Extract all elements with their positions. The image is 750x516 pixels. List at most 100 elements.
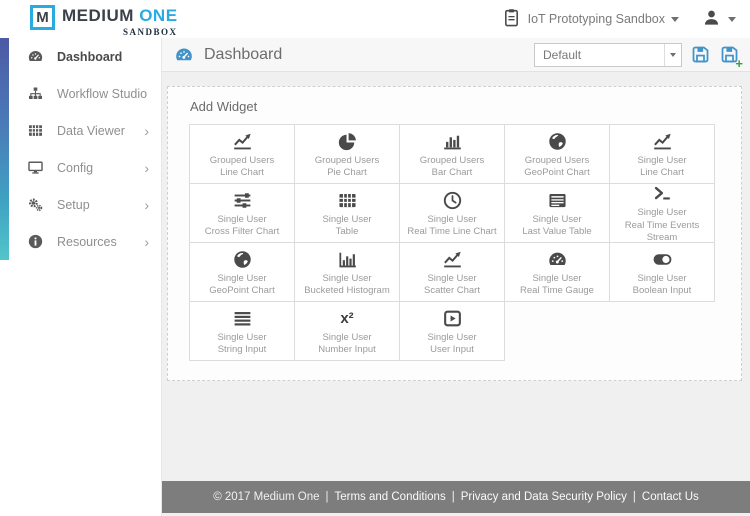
widget-tile[interactable]: Single User Boolean Input — [609, 242, 715, 302]
footer: © 2017 Medium One | Terms and Conditions | P… — [162, 481, 750, 513]
widget-type-label: Bucketed Histogram — [304, 285, 390, 296]
widget-type-label: Real Time Events Stream — [624, 219, 700, 244]
user-icon — [701, 7, 722, 28]
gauge-icon — [27, 48, 44, 65]
widget-tile[interactable]: Grouped Users Line Chart — [189, 124, 295, 184]
save-icon[interactable] — [690, 44, 711, 65]
sidebar-item-config[interactable]: Config › — [0, 149, 161, 186]
widget-group-label: Single User — [532, 213, 582, 225]
sidebar-item-label: Setup — [57, 197, 90, 212]
copyright-text: © 2017 Medium One — [213, 491, 320, 503]
sidebar-item-setup[interactable]: Setup › — [0, 186, 161, 223]
select-caret — [664, 43, 681, 66]
sitemap-icon — [27, 85, 44, 102]
widget-type-label: GeoPoint Chart — [209, 285, 275, 296]
table-icon — [337, 190, 358, 211]
widget-group-label: Single User — [322, 272, 372, 284]
sidebar-item-data-viewer[interactable]: Data Viewer › — [0, 112, 161, 149]
widget-type-label: Bar Chart — [431, 167, 473, 178]
widget-group-label: Single User — [217, 272, 267, 284]
footer-link-privacy-and-data-security-policy[interactable]: Privacy and Data Security Policy — [461, 491, 627, 503]
footer-separator: | — [632, 491, 636, 503]
widget-type-label: Pie Chart — [327, 167, 367, 178]
widget-tile[interactable]: Single User User Input — [399, 301, 505, 361]
widget-group-label: Single User — [637, 154, 687, 166]
widget-type-label: User Input — [430, 344, 474, 355]
widget-tile[interactable]: Single User Real Time Events Stream — [609, 183, 715, 243]
desktop-icon — [27, 159, 44, 176]
widget-group-label: Grouped Users — [419, 154, 485, 166]
save-plus-icon[interactable]: + — [719, 44, 743, 70]
sidebar-item-dashboard[interactable]: Dashboard — [0, 38, 161, 75]
user-menu-dropdown[interactable] — [701, 7, 736, 31]
widget-group-label: Single User — [427, 331, 477, 343]
sidebar-item-label: Workflow Studio — [57, 86, 148, 101]
environment-dropdown[interactable]: IoT Prototyping Sandbox — [501, 7, 679, 31]
widget-tile[interactable]: Single User Cross Filter Chart — [189, 183, 295, 243]
widget-group-label: Single User — [217, 213, 267, 225]
widget-tile[interactable]: Single User Last Value Table — [504, 183, 610, 243]
cogs-icon — [27, 196, 44, 213]
sidebar-item-resources[interactable]: Resources › — [0, 223, 161, 260]
line-chart-icon — [232, 131, 253, 152]
sidebar-item-label: Data Viewer — [57, 123, 125, 138]
sidebar-item-workflow-studio[interactable]: Workflow Studio — [0, 75, 161, 112]
chevron-right-icon: › — [144, 159, 149, 176]
footer-separator: | — [451, 491, 455, 503]
widget-tile[interactable]: Single User Real Time Gauge — [504, 242, 610, 302]
widget-type-label: Last Value Table — [522, 226, 592, 237]
widget-group-label: Single User — [637, 207, 687, 219]
add-widget-panel: Add Widget Grouped Users Line Chart Groupe… — [167, 86, 742, 381]
sidebar: Dashboard Workflow Studio Data Viewer › Conf… — [0, 38, 162, 516]
chevron-right-icon: › — [144, 233, 149, 250]
clipboard-icon — [501, 7, 522, 28]
globe-icon — [232, 249, 253, 270]
widget-type-label: Scatter Chart — [424, 285, 480, 296]
widget-group-label: Single User — [322, 213, 372, 225]
dashboard-select[interactable]: Default — [534, 42, 682, 67]
terminal-icon — [652, 183, 673, 204]
widget-tile[interactable]: Grouped Users Pie Chart — [294, 124, 400, 184]
panel-title: Add Widget — [190, 99, 258, 114]
footer-link-contact-us[interactable]: Contact Us — [642, 491, 699, 503]
widget-tile[interactable]: x² Single User Number Input — [294, 301, 400, 361]
pie-chart-icon — [337, 131, 358, 152]
dashboard-select-value: Default — [543, 47, 582, 62]
widget-tile[interactable]: Single User Line Chart — [609, 124, 715, 184]
environment-label: IoT Prototyping Sandbox — [527, 12, 665, 26]
widget-group-label: Grouped Users — [314, 154, 380, 166]
widget-tile[interactable]: Single User Real Time Line Chart — [399, 183, 505, 243]
sidebar-item-label: Resources — [57, 234, 117, 249]
widget-group-label: Single User — [427, 272, 477, 284]
widget-tile[interactable]: Single User Scatter Chart — [399, 242, 505, 302]
widget-tile[interactable]: Grouped Users Bar Chart — [399, 124, 505, 184]
widget-type-label: Line Chart — [640, 167, 684, 178]
globe-icon — [547, 131, 568, 152]
table-icon — [27, 122, 44, 139]
medium-one-logo[interactable]: M MEDIUM ONE SANDBOX — [30, 2, 178, 37]
chevron-down-icon — [728, 16, 736, 22]
x-squared-icon: x² — [340, 309, 354, 327]
widget-type-label: GeoPoint Chart — [524, 167, 590, 178]
footer-link-terms-and-conditions[interactable]: Terms and Conditions — [334, 491, 445, 503]
widget-tile[interactable]: Single User String Input — [189, 301, 295, 361]
widget-tile[interactable]: Single User GeoPoint Chart — [189, 242, 295, 302]
widget-tile[interactable]: Single User Table — [294, 183, 400, 243]
app-window: M MEDIUM ONE SANDBOX IoT Prototyping San… — [0, 0, 750, 516]
bar-chart-icon — [442, 131, 463, 152]
sidebar-item-label: Config — [57, 160, 94, 175]
top-bar: M MEDIUM ONE SANDBOX IoT Prototyping San… — [0, 0, 750, 38]
align-justify-icon — [232, 308, 253, 329]
page-title: Dashboard — [204, 45, 283, 63]
widget-group-label: Single User — [427, 213, 477, 225]
plus-icon: + — [735, 56, 743, 71]
gauge-icon — [547, 249, 568, 270]
widget-tile[interactable]: Grouped Users GeoPoint Chart — [504, 124, 610, 184]
play-square-icon — [442, 308, 463, 329]
toggle-icon — [652, 249, 673, 270]
brand-tagline: SANDBOX — [123, 26, 178, 37]
content-area: Add Widget Grouped Users Line Chart Groupe… — [162, 72, 750, 481]
widget-tile[interactable]: Single User Bucketed Histogram — [294, 242, 400, 302]
widget-type-label: Table — [335, 226, 359, 237]
main-header: Dashboard Default + — [162, 38, 750, 72]
